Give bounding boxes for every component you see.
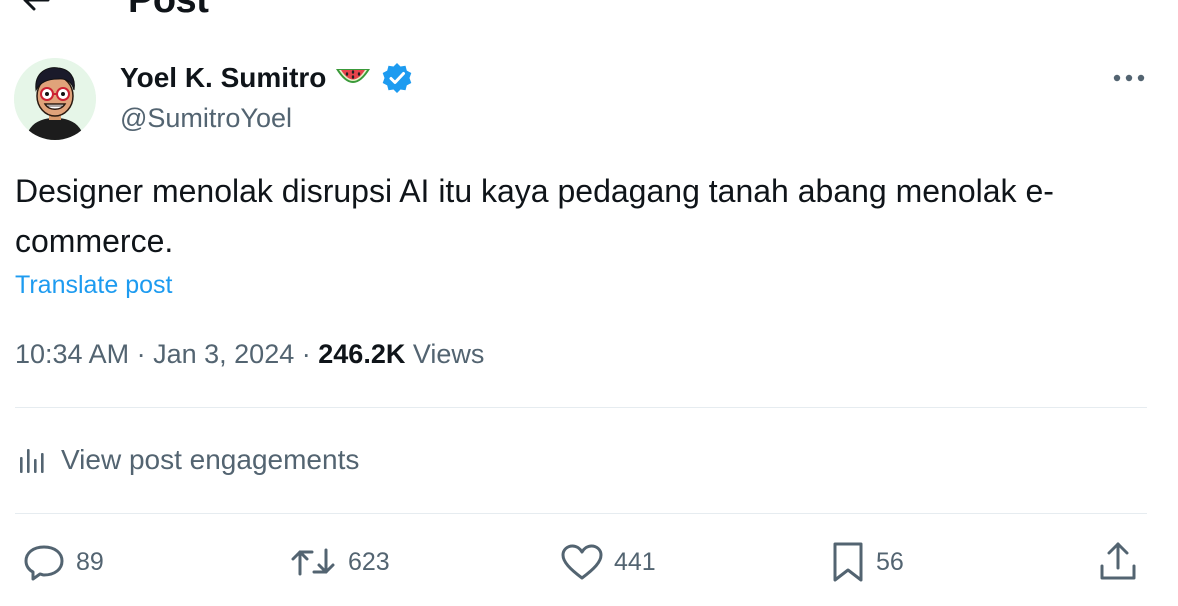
watermelon-icon [334, 63, 372, 93]
author-name-row: Yoel K. Sumitro [120, 58, 414, 98]
divider [15, 407, 1147, 408]
post-date[interactable]: Jan 3, 2024 [153, 339, 294, 369]
post-text: Designer menolak disrupsi AI itu kaya pe… [15, 173, 1054, 259]
analytics-bars-icon [20, 449, 44, 473]
avatar-illustration-icon [14, 58, 96, 140]
repost-icon [291, 548, 335, 576]
meta-separator: · [301, 339, 311, 369]
repost-button[interactable]: 623 [288, 540, 390, 584]
bookmark-button[interactable]: 56 [830, 540, 904, 584]
verified-badge-icon[interactable] [380, 61, 414, 95]
divider [15, 513, 1147, 514]
reply-count: 89 [76, 548, 104, 576]
more-horizontal-icon [1113, 74, 1145, 82]
avatar[interactable] [14, 58, 96, 140]
like-count: 441 [614, 548, 656, 576]
arrow-left-icon [23, 0, 50, 11]
author-display-name[interactable]: Yoel K. Sumitro [120, 58, 326, 98]
view-engagements-button[interactable]: View post engagements [15, 438, 359, 482]
author-handle[interactable]: @SumitroYoel [120, 100, 292, 136]
repost-count: 623 [348, 548, 390, 576]
post-meta: 10:34 AM · Jan 3, 2024 · 246.2K Views [15, 334, 484, 374]
reply-icon [24, 545, 64, 581]
like-button[interactable]: 441 [560, 540, 656, 584]
share-button[interactable] [1098, 540, 1138, 584]
post-time[interactable]: 10:34 AM [15, 339, 129, 369]
translate-post-link[interactable]: Translate post [15, 267, 172, 303]
views-count: 246.2K [318, 339, 406, 369]
heart-icon [561, 544, 603, 580]
views-label: Views [412, 339, 485, 369]
more-options-button[interactable] [1108, 64, 1150, 92]
engagements-label: View post engagements [61, 444, 360, 475]
back-button[interactable] [18, 0, 54, 18]
meta-separator: · [136, 339, 146, 369]
header-bar: Post [0, 0, 1178, 22]
share-icon [1100, 542, 1136, 580]
bookmark-count: 56 [876, 548, 904, 576]
reply-button[interactable]: 89 [22, 540, 104, 584]
page-title: Post [128, 0, 209, 21]
bookmark-icon [833, 542, 863, 582]
